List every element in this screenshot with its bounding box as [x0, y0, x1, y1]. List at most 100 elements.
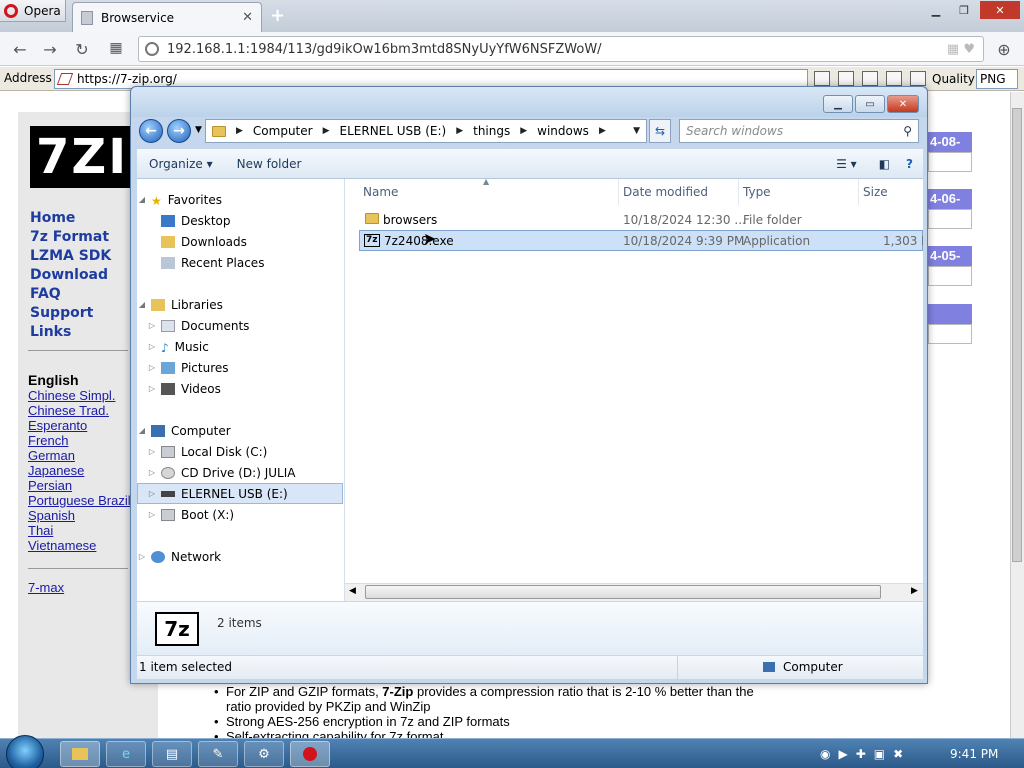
file-list-hscrollbar-thumb[interactable] [365, 585, 881, 599]
clipboard-icon[interactable] [910, 71, 926, 86]
expand-icon[interactable]: ▷ [147, 468, 157, 477]
explorer-title-bar[interactable]: ▁ ▭ ✕ [131, 87, 927, 117]
language-link[interactable]: Esperanto [28, 418, 87, 433]
column-header-size[interactable]: Size [859, 179, 923, 205]
expand-icon[interactable]: ▷ [147, 447, 157, 456]
taskbar-explorer-icon[interactable] [60, 741, 100, 767]
nav-item-pictures[interactable]: ▷ Pictures [137, 357, 343, 378]
link-7-max[interactable]: 7-max [28, 580, 64, 595]
nav-item-desktop[interactable]: Desktop [137, 210, 343, 231]
bookmark-icon[interactable] [838, 71, 854, 86]
browser-tab[interactable]: Browservice ✕ [72, 2, 262, 32]
nav-item-documents[interactable]: ▷ Documents [137, 315, 343, 336]
url-bar[interactable]: 192.168.1.1:1984/113/gd9ikOw16bm3mtd8SNy… [138, 36, 984, 62]
expand-icon[interactable]: ▷ [137, 552, 147, 561]
reload-icon[interactable]: ↻ [72, 40, 92, 59]
nav-item-downloads[interactable]: Downloads [137, 231, 343, 252]
chevron-right-icon[interactable]: ▶ [323, 126, 330, 136]
nav-favorites[interactable]: ◢ ★ Favorites [137, 189, 343, 210]
new-folder-button[interactable]: New folder [225, 157, 314, 171]
help-icon[interactable]: ? [902, 157, 923, 171]
collapse-icon[interactable]: ◢ [137, 300, 147, 309]
view-options-icon[interactable]: ☰ ▾ [826, 157, 867, 171]
tab-close-icon[interactable]: ✕ [242, 10, 253, 25]
breadcrumb-item[interactable]: ELERNEL USB (E:) [340, 124, 447, 138]
chevron-right-icon[interactable]: ▶ [599, 126, 606, 136]
back-icon[interactable]: ← [10, 40, 30, 59]
history-dropdown-icon[interactable]: ▼ [195, 125, 202, 135]
column-header-type[interactable]: Type [739, 179, 859, 205]
breadcrumb-item[interactable]: windows [537, 124, 589, 138]
go-icon[interactable] [814, 71, 830, 86]
chevron-right-icon[interactable]: ▶ [236, 126, 243, 136]
find-icon[interactable] [862, 71, 878, 86]
page-scrollbar-thumb[interactable] [1012, 108, 1022, 562]
binoculars-icon[interactable] [886, 71, 902, 86]
download-icon[interactable]: ⊕ [994, 40, 1014, 59]
collapse-icon[interactable]: ◢ [137, 195, 147, 204]
site-nav-support[interactable]: Support [30, 305, 93, 321]
language-link[interactable]: French [28, 433, 68, 448]
taskbar-app-icon[interactable]: ▤ [152, 741, 192, 767]
taskbar-ie-icon[interactable]: e [106, 741, 146, 767]
nav-computer[interactable]: ◢ Computer [137, 420, 343, 441]
collapse-icon[interactable]: ◢ [137, 426, 147, 435]
breadcrumb-item[interactable]: Computer [253, 124, 313, 138]
site-nav-links[interactable]: Links [30, 324, 71, 340]
nav-item-usb-drive[interactable]: ▷ ELERNEL USB (E:) [137, 483, 343, 504]
chevron-right-icon[interactable]: ▶ [520, 126, 527, 136]
language-link[interactable]: Spanish [28, 508, 75, 523]
nav-item-cd-drive[interactable]: ▷ CD Drive (D:) JULIA [137, 462, 343, 483]
opera-menu-button[interactable]: Opera [0, 0, 66, 22]
nav-item-recent-places[interactable]: Recent Places [137, 252, 343, 273]
forward-icon[interactable]: → [40, 40, 60, 59]
site-nav-home[interactable]: Home [30, 210, 75, 226]
taskbar-tool-icon[interactable]: ⚙ [244, 741, 284, 767]
language-link[interactable]: German [28, 448, 75, 463]
language-link[interactable]: Chinese Trad. [28, 403, 109, 418]
organize-button[interactable]: Organize ▾ [137, 157, 225, 171]
new-tab-button[interactable]: + [270, 7, 285, 25]
expand-icon[interactable]: ▷ [147, 321, 157, 330]
language-link[interactable]: Chinese Simpl. [28, 388, 115, 403]
preview-pane-icon[interactable]: ◧ [867, 157, 902, 171]
nav-libraries[interactable]: ◢ Libraries [137, 294, 343, 315]
expand-icon[interactable]: ▷ [147, 489, 157, 498]
chevron-right-icon[interactable]: ▶ [456, 126, 463, 136]
scroll-right-icon[interactable]: ▶ [911, 586, 918, 596]
column-header-name[interactable]: Name [359, 179, 619, 205]
close-window-icon[interactable]: ✕ [980, 1, 1020, 19]
quality-select[interactable]: PNG [976, 69, 1018, 89]
heart-icon[interactable]: ▦ ♥ [947, 42, 975, 57]
nav-network[interactable]: ▷ Network [137, 546, 343, 567]
clock[interactable]: 9:41 PM [950, 747, 998, 761]
explorer-back-icon[interactable]: ← [139, 119, 163, 143]
expand-icon[interactable]: ▷ [147, 510, 157, 519]
expand-icon[interactable]: ▷ [147, 363, 157, 372]
explorer-close-icon[interactable]: ✕ [887, 95, 919, 113]
search-input[interactable]: Search windows ⚲ [679, 119, 919, 143]
file-row[interactable]: 7z 7z2408.exe 10/18/2024 9:39 PM Applica… [359, 230, 923, 251]
explorer-forward-icon[interactable]: → [167, 119, 191, 143]
language-link[interactable]: Portuguese Brazil [28, 493, 131, 508]
breadcrumb[interactable]: ▶ Computer ▶ ELERNEL USB (E:) ▶ things ▶… [205, 119, 647, 143]
nav-item-videos[interactable]: ▷ Videos [137, 378, 343, 399]
site-nav-download[interactable]: Download [30, 267, 108, 283]
site-nav-lzma-sdk[interactable]: LZMA SDK [30, 248, 111, 264]
breadcrumb-item[interactable]: things [473, 124, 510, 138]
explorer-maximize-icon[interactable]: ▭ [855, 95, 885, 113]
chevron-down-icon[interactable]: ▼ [633, 126, 640, 136]
refresh-icon[interactable]: ⇆ [649, 119, 671, 143]
column-header-date[interactable]: Date modified [619, 179, 739, 205]
site-nav-faq[interactable]: FAQ [30, 286, 61, 302]
site-nav-7z-format[interactable]: 7z Format [30, 229, 109, 245]
scroll-left-icon[interactable]: ◀ [349, 586, 356, 596]
nav-item-music[interactable]: ▷ ♪ Music [137, 336, 343, 357]
nav-item-local-disk[interactable]: ▷ Local Disk (C:) [137, 441, 343, 462]
search-icon[interactable]: ⚲ [903, 124, 912, 138]
minimize-icon[interactable]: ▁ [922, 1, 950, 19]
nav-item-boot[interactable]: ▷ Boot (X:) [137, 504, 343, 525]
language-link[interactable]: Thai [28, 523, 53, 538]
expand-icon[interactable]: ▷ [147, 342, 157, 351]
explorer-minimize-icon[interactable]: ▁ [823, 95, 853, 113]
